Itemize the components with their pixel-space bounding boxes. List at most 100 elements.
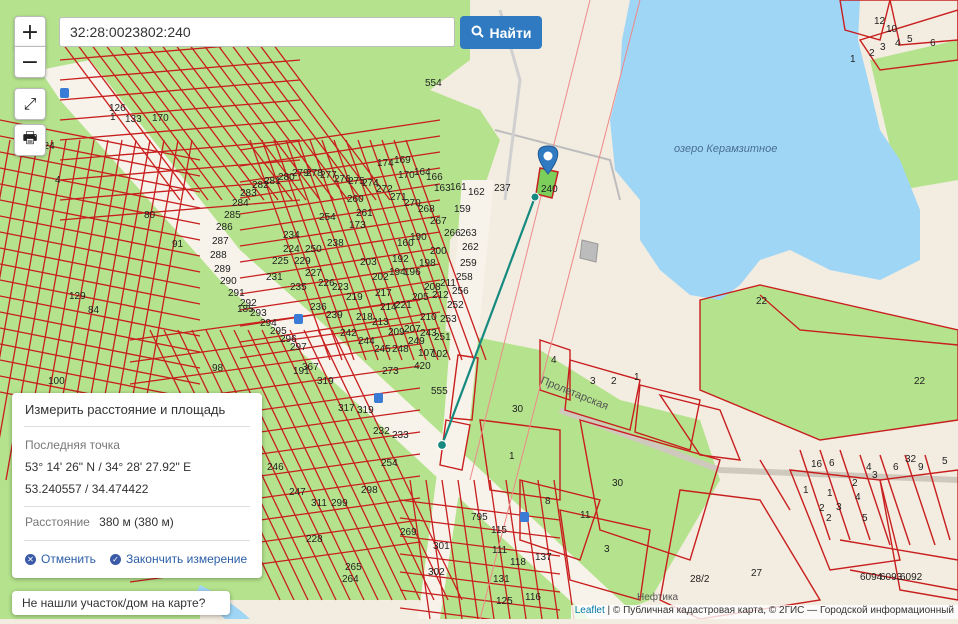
- parcel-number-label: 115: [491, 525, 507, 536]
- parcel-number-label: 289: [214, 264, 231, 275]
- attribution-text: | © Публичная кадастровая карта, © 2ГИС …: [604, 605, 954, 616]
- parcel-number-label: 256: [452, 286, 469, 297]
- finish-measure-label: Закончить измерение: [126, 552, 248, 566]
- parcel-number-label: 221: [395, 300, 412, 311]
- parcel-number-label: 225: [272, 256, 289, 267]
- parcel-number-label: 5: [862, 513, 868, 524]
- parcel-number-label: 4: [895, 38, 901, 49]
- parcel-number-label: 284: [232, 198, 249, 209]
- fullscreen-icon: ⤢: [23, 94, 37, 113]
- bus-stop-icon: [60, 88, 69, 98]
- parcel-number-label: 2: [869, 48, 875, 59]
- parcel-number-label: 251: [434, 332, 451, 343]
- parcel-number-label: 287: [212, 236, 229, 247]
- parcel-number-label: 80: [144, 210, 156, 221]
- parcel-number-label: 234: [283, 230, 300, 241]
- parcel-number-label: 420: [414, 361, 431, 372]
- parcel-number-label: 247: [289, 487, 306, 498]
- parcel-number-label: 299: [331, 498, 348, 509]
- parcel-number-label: 11: [580, 510, 591, 521]
- parcel-number-label: 229: [294, 256, 311, 267]
- parcel-number-label: 173: [349, 220, 366, 231]
- cadastral-search-input[interactable]: [59, 17, 455, 47]
- bus-stop-icon: [374, 393, 383, 403]
- parcel-number-label: 253: [440, 314, 457, 325]
- finish-measure-button[interactable]: ✓ Закончить измерение: [110, 552, 247, 566]
- print-button[interactable]: 🖶: [14, 124, 46, 156]
- parcel-number-label: 285: [224, 210, 241, 221]
- parcel-number-label: 252: [447, 300, 464, 311]
- parcel-number-label: 236: [310, 302, 327, 313]
- parcel-number-label: 6: [829, 458, 835, 469]
- measure-end-point[interactable]: [436, 439, 448, 451]
- parcel-number-label: 237: [494, 183, 511, 194]
- parcel-number-label: 267: [430, 216, 447, 227]
- check-circle-icon: ✓: [110, 553, 121, 565]
- parcel-number-label: 298: [361, 485, 378, 496]
- parcel-number-label: 8: [545, 496, 551, 507]
- zoom-out-button[interactable]: −: [14, 46, 46, 78]
- parcel-number-label: 2: [826, 513, 832, 524]
- parcel-number-label: 126: [109, 103, 126, 114]
- cancel-measure-button[interactable]: ✕ Отменить: [25, 552, 96, 566]
- parcel-number-label: 311: [311, 498, 327, 509]
- parcel-number-label: 91: [172, 239, 184, 250]
- parcel-number-label: 192: [392, 254, 409, 265]
- parcel-number-label: 161: [450, 182, 467, 193]
- parcel-number-label: 302: [428, 567, 445, 578]
- parcel-number-label: 228: [306, 534, 323, 545]
- parcel-number-label: 1: [827, 488, 833, 499]
- parcel-number-label: 6: [893, 462, 899, 473]
- parcel-number-label: 2: [852, 478, 858, 489]
- parcel-number-label: 250: [305, 244, 322, 255]
- close-circle-icon: ✕: [25, 553, 36, 565]
- parcel-number-label: 286: [216, 222, 233, 233]
- parcel-number-label: 205: [412, 292, 429, 303]
- parcel-number-label: 226: [318, 278, 335, 289]
- parcel-number-label: 198: [419, 258, 436, 269]
- parcel-number-label: 246: [267, 462, 284, 473]
- parcel-number-label: 159: [454, 204, 471, 215]
- parcel-number-label: 297: [290, 342, 307, 353]
- parcel-number-label: 245: [374, 344, 391, 355]
- parcel-number-label: 244: [358, 336, 375, 347]
- parcel-number-label: 27: [751, 568, 763, 579]
- parcel-number-label: 269: [400, 527, 417, 538]
- parcel-number-label: 84: [88, 305, 100, 316]
- poi-label: Нефтика: [637, 591, 679, 603]
- parcel-number-label: 5: [942, 456, 948, 467]
- parcel-number-label: 238: [327, 238, 344, 249]
- parcel-number-label: 1: [850, 54, 856, 65]
- leaflet-link[interactable]: Leaflet: [575, 605, 605, 616]
- parcel-number-label: 129: [69, 291, 86, 302]
- parcel-number-label: 213: [372, 317, 389, 328]
- parcel-number-label: 233: [392, 430, 409, 441]
- parcel-number-label: 9: [918, 462, 924, 473]
- distance-label: Расстояние: [25, 515, 90, 529]
- parcel-number-label: 1: [509, 451, 515, 462]
- parcel-number-label: 261: [356, 208, 373, 219]
- parcel-number-label: 100: [48, 376, 65, 387]
- parcel-number-label: 266: [444, 228, 461, 239]
- parcel-number-label: 16: [811, 459, 823, 470]
- not-found-parcel-button[interactable]: Не нашли участок/дом на карте?: [12, 591, 230, 615]
- parcel-number-label: 209: [388, 327, 405, 338]
- parcel-number-label: 200: [430, 246, 447, 257]
- parcel-number-label: 137: [535, 552, 552, 563]
- coords-decimal: 53.240557 / 34.474422: [25, 482, 149, 496]
- measure-title: Измерить расстояние и площадь: [25, 402, 226, 417]
- parcel-number-label: 265: [345, 562, 362, 573]
- parcel-number-label: 4: [551, 355, 557, 366]
- measure-start-point[interactable]: [530, 192, 540, 202]
- parcel-number-label: 290: [220, 276, 237, 287]
- parcel-number-label: 162: [468, 187, 485, 198]
- fullscreen-button[interactable]: ⤢: [14, 88, 46, 120]
- parcel-number-label: 10: [886, 24, 898, 35]
- find-button[interactable]: Найти: [460, 16, 542, 49]
- parcel-number-label: 367: [302, 362, 319, 373]
- last-point-label: Последняя точка: [25, 438, 120, 452]
- parcel-number-label: 28/2: [690, 574, 710, 585]
- zoom-in-button[interactable]: +: [14, 16, 46, 48]
- search-icon: [471, 25, 484, 41]
- parcel-number-label: 4: [55, 175, 61, 186]
